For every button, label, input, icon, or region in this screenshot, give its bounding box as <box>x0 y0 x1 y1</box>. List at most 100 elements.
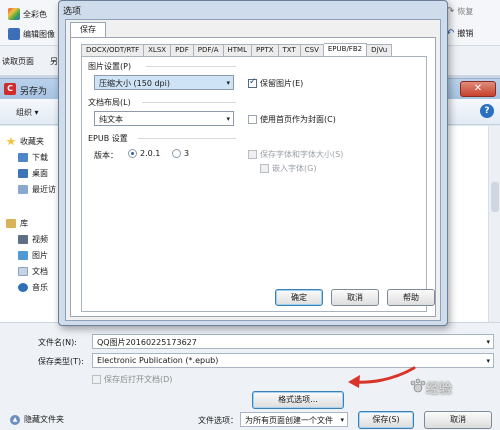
version-3-radio[interactable]: 3 <box>172 149 189 158</box>
embed-fonts-label: 嵌入字体(G) <box>272 164 317 173</box>
layout-value: 纯文本 <box>99 115 123 124</box>
downloads-icon <box>18 153 28 162</box>
nav-pictures-label: 图片 <box>32 251 48 260</box>
options-cancel-button[interactable]: 取消 <box>331 289 379 306</box>
first-page-cover-checkbox[interactable]: 使用首页作为封面(C) <box>248 114 336 125</box>
nav-pictures[interactable]: 图片 <box>18 250 48 261</box>
nav-music-label: 音乐 <box>32 283 48 292</box>
checkbox-box <box>260 164 269 173</box>
keep-images-label: 保留图片(E) <box>260 79 304 88</box>
save-button[interactable]: 保存(S) <box>358 411 414 429</box>
nav-downloads[interactable]: 下载 <box>18 152 48 163</box>
image-quality-select[interactable]: 压缩大小 (150 dpi) ▾ <box>94 75 234 90</box>
nav-favorites-label: 收藏夹 <box>20 137 44 146</box>
chevron-up-icon: ▲ <box>10 414 20 425</box>
checkbox-box <box>248 115 257 124</box>
videos-icon <box>18 235 28 244</box>
radio-dot <box>172 149 181 158</box>
epub-settings-label: EPUB 设置 <box>88 134 128 143</box>
chevron-down-icon[interactable]: ▾ <box>486 338 490 346</box>
nav-recent[interactable]: 最近访 <box>18 184 56 195</box>
version-label: 版本： <box>94 151 118 160</box>
checkbox-box <box>248 150 257 159</box>
nav-documents-label: 文档 <box>32 267 48 276</box>
image-quality-value: 压缩大小 (150 dpi) <box>99 79 170 88</box>
organize-label: 组织 <box>16 108 32 117</box>
options-title: 选项 <box>63 7 82 17</box>
divider <box>142 102 236 103</box>
nav-videos[interactable]: 视频 <box>18 234 48 245</box>
full-color-command[interactable]: 全彩色 <box>8 8 47 20</box>
nav-favorites[interactable]: 收藏夹 <box>6 136 44 147</box>
checkbox-box <box>92 375 101 384</box>
redo-command[interactable]: ↷ 恢复 <box>446 6 473 17</box>
nav-documents[interactable]: 文档 <box>18 266 48 277</box>
nav-library-label: 库 <box>20 219 28 228</box>
open-after-save-checkbox[interactable]: 保存后打开文档(D) <box>92 374 172 385</box>
documents-icon <box>18 267 28 276</box>
close-icon[interactable]: ✕ <box>460 81 496 97</box>
nav-videos-label: 视频 <box>32 235 48 244</box>
ok-button[interactable]: 确定 <box>275 289 323 306</box>
nav-music[interactable]: 音乐 <box>18 282 48 293</box>
save-options-panel: DOCX/ODT/RTF XLSX PDF PDF/A HTML PPTX TX… <box>70 37 436 317</box>
tab-epub-fb2[interactable]: EPUB/FB2 <box>323 43 368 57</box>
hide-folders-label: 隐藏文件夹 <box>24 415 64 424</box>
version-2-0-1-radio[interactable]: 2.0.1 <box>128 149 160 158</box>
layout-select[interactable]: 纯文本 ▾ <box>94 111 234 126</box>
read-pages-label[interactable]: 读取页面 <box>2 56 34 67</box>
edit-image-command[interactable]: 编辑图像 <box>8 28 55 40</box>
tab-save[interactable]: 保存 <box>70 22 106 38</box>
undo-command[interactable]: ↶ 撤销 <box>446 28 473 39</box>
watermark-text: 经验 <box>426 381 453 396</box>
save-form: 文件名(N): QQ图片20160225173627 ▾ 保存类型(T): El… <box>0 322 500 430</box>
full-color-label: 全彩色 <box>23 9 47 19</box>
file-options-label: 文件选项： <box>198 416 238 425</box>
chevron-down-icon: ▾ <box>486 357 490 365</box>
version-3-label: 3 <box>184 149 190 158</box>
epub-settings-panel: 图片设置(P) 压缩大小 (150 dpi) ▾ 保留图片(E) 文档布局(L)… <box>81 56 427 312</box>
keep-fonts-checkbox[interactable]: 保存字体和字体大小(S) <box>248 149 343 160</box>
nav-library[interactable]: 库 <box>6 218 28 229</box>
full-color-icon <box>8 8 20 20</box>
edit-image-label: 编辑图像 <box>23 29 55 39</box>
radio-dot <box>128 149 137 158</box>
checkbox-box <box>248 77 257 88</box>
chevron-down-icon: ▾ <box>226 79 230 87</box>
library-icon <box>6 219 16 228</box>
nav-recent-label: 最近访 <box>32 185 56 194</box>
filetype-select[interactable]: Electronic Publication (*.epub) ▾ <box>92 353 494 368</box>
file-list-scrollbar[interactable] <box>488 126 500 322</box>
music-icon <box>18 283 28 292</box>
pictures-icon <box>18 251 28 260</box>
other-label[interactable]: 另 <box>50 56 58 67</box>
options-help-button[interactable]: 帮助 <box>387 289 435 306</box>
undo-label: 撤销 <box>457 29 474 38</box>
filename-input[interactable]: QQ图片20160225173627 ▾ <box>92 334 494 349</box>
app-logo-icon: C <box>4 83 16 95</box>
layout-label: 文档布局(L) <box>88 98 131 107</box>
options-body: 保存 DOCX/ODT/RTF XLSX PDF PDF/A HTML PPTX… <box>65 19 441 321</box>
version-2-0-1-label: 2.0.1 <box>140 149 161 158</box>
hide-folders-toggle[interactable]: ▲ 隐藏文件夹 <box>10 414 64 425</box>
embed-fonts-checkbox[interactable]: 嵌入字体(G) <box>260 163 316 174</box>
format-options-button[interactable]: 格式选项... <box>252 391 344 409</box>
organize-button[interactable]: 组织 ▾ <box>16 107 39 118</box>
divider <box>146 66 236 67</box>
watermark-paw-icon <box>410 378 426 393</box>
keep-images-checkbox[interactable]: 保留图片(E) <box>248 77 304 89</box>
scrollbar-thumb[interactable] <box>491 182 499 212</box>
annotation-arrow-icon <box>348 366 416 388</box>
save-as-title: 另存为 <box>20 87 48 97</box>
first-page-cover-label: 使用首页作为封面(C) <box>260 115 336 124</box>
cancel-button[interactable]: 取消 <box>424 411 492 429</box>
filetype-label: 保存类型(T): <box>38 357 84 366</box>
navigation-pane: 收藏夹 下载 桌面 最近访 库 视频 图片 文档 音乐 <box>0 126 66 322</box>
file-options-select[interactable]: 为所有页面创建一个文件 ▾ <box>240 412 348 427</box>
star-icon <box>6 137 16 146</box>
nav-desktop[interactable]: 桌面 <box>18 168 48 179</box>
nav-desktop-label: 桌面 <box>32 169 48 178</box>
desktop-icon <box>18 169 28 178</box>
format-tabs: DOCX/ODT/RTF XLSX PDF PDF/A HTML PPTX TX… <box>81 43 393 57</box>
help-icon[interactable]: ? <box>480 104 494 118</box>
